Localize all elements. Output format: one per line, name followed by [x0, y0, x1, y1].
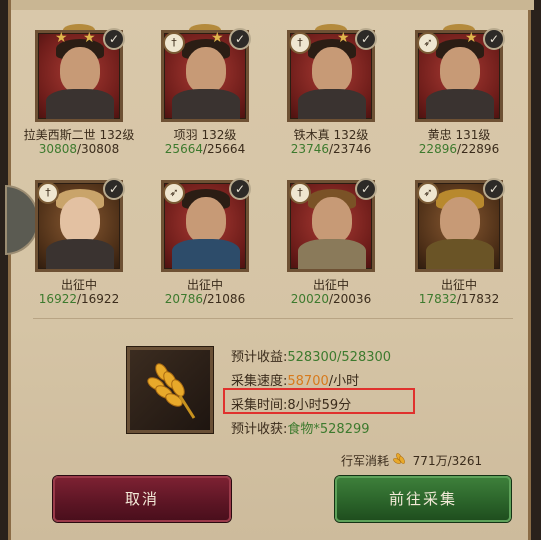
bow-icon: ➶: [417, 182, 439, 204]
bow-icon: ➶: [417, 32, 439, 54]
hero-name: 项羽: [173, 128, 198, 142]
section-divider: [33, 318, 513, 319]
check-icon: ✓: [355, 178, 377, 200]
hero-card[interactable]: ➶ ✓ 出征中 20786/21086: [141, 150, 269, 306]
hero-card[interactable]: † ✓ 出征中 16922/16922: [15, 150, 143, 306]
star-icon: ★: [337, 30, 350, 46]
gather-speed-value: 58700: [287, 374, 329, 389]
hero-name: 黄忠: [427, 128, 452, 142]
hero-name: 拉美西斯二世: [23, 128, 96, 142]
check-icon: ✓: [483, 178, 505, 200]
star-icon: ★: [211, 30, 224, 46]
expected-yield-row: 预计收益:528300/528300: [231, 346, 391, 365]
march-cost-value: 771万/3261: [412, 454, 483, 468]
expected-yield-label: 预计收益:: [231, 350, 288, 365]
hero-level: 132级: [201, 128, 237, 142]
hero-card[interactable]: ➶ ★ ✓ 黄忠 131级 22896/22896: [395, 0, 523, 156]
hero-level: 131级: [455, 128, 491, 142]
wheat-icon: [147, 363, 196, 419]
gather-speed-row: 采集速度:58700/小时: [231, 370, 359, 389]
hero-troops-max: /20036: [328, 292, 372, 306]
hero-status: 出征中: [60, 278, 97, 292]
march-dialog-panel: ★ ★ ✓ 拉美西斯二世 132级 30808/30808 † ★ ✓ 项羽 1…: [5, 0, 534, 540]
check-icon: ✓: [355, 28, 377, 50]
hero-status: 出征中: [440, 278, 477, 292]
bow-icon: ➶: [163, 182, 185, 204]
hero-name: 铁木真: [293, 128, 330, 142]
sword-icon: †: [289, 32, 311, 54]
check-icon: ✓: [103, 178, 125, 200]
hero-status: 出征中: [312, 278, 349, 292]
hero-troops-max: /17832: [456, 292, 500, 306]
hero-troops-current: 20020: [290, 292, 329, 306]
hero-card[interactable]: † ✓ 出征中 20020/20036: [267, 150, 395, 306]
hero-card[interactable]: ➶ ✓ 出征中 17832/17832: [395, 150, 523, 306]
hero-level: 132级: [333, 128, 369, 142]
hero-troops-max: /21086: [202, 292, 246, 306]
hero-troops-max: /16922: [76, 292, 120, 306]
march-cost-label: 行军消耗: [341, 454, 390, 468]
go-gather-button[interactable]: 前往采集: [335, 476, 511, 522]
expected-yield-value: 528300/528300: [287, 350, 392, 365]
hero-card[interactable]: ★ ★ ✓ 拉美西斯二世 132级 30808/30808: [15, 0, 143, 156]
check-icon: ✓: [229, 28, 251, 50]
hero-status: 出征中: [186, 278, 223, 292]
gather-speed-unit: /小时: [328, 374, 360, 389]
hero-troops-current: 16922: [38, 292, 77, 306]
check-icon: ✓: [483, 28, 505, 50]
star-icon: ★: [83, 30, 96, 46]
expected-harvest-row: 预计收获:食物*528299: [231, 418, 370, 437]
sword-icon: †: [289, 182, 311, 204]
star-icon: ★: [465, 30, 478, 46]
resource-tile: [127, 347, 213, 433]
sword-icon: †: [37, 182, 59, 204]
gather-speed-label: 采集速度:: [231, 374, 288, 389]
highlight-box: [223, 388, 415, 414]
hero-level: 132级: [99, 128, 135, 142]
hero-card[interactable]: † ★ ✓ 铁木真 132级 23746/23746: [267, 0, 395, 156]
star-icon: ★: [55, 30, 68, 46]
cancel-button[interactable]: 取消: [53, 476, 231, 522]
check-icon: ✓: [103, 28, 125, 50]
check-icon: ✓: [229, 178, 251, 200]
wheat-icon: [392, 453, 405, 464]
hero-card[interactable]: † ★ ✓ 项羽 132级 25664/25664: [141, 0, 269, 156]
expected-harvest-label: 预计收获:: [231, 422, 288, 437]
hero-troops-current: 17832: [418, 292, 457, 306]
expected-harvest-value: 食物*528299: [287, 422, 370, 437]
hero-troops-current: 20786: [164, 292, 203, 306]
march-cost: 行军消耗 771万/3261: [341, 452, 482, 469]
sword-icon: †: [163, 32, 185, 54]
